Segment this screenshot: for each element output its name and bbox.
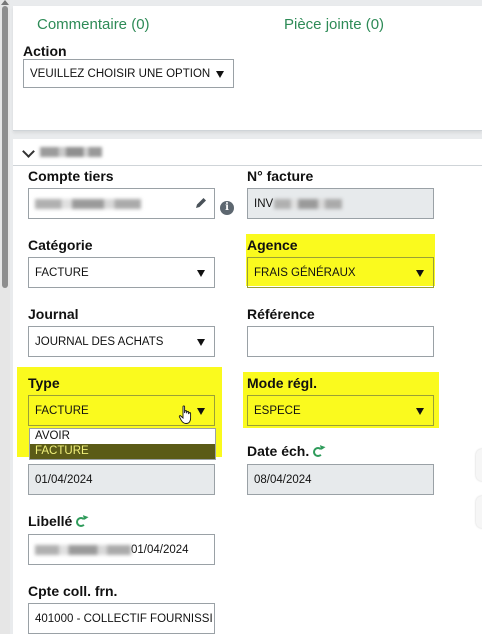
date-ech-value: 08/04/2024: [254, 473, 312, 486]
mode-regl-label: Mode régl.: [247, 375, 318, 391]
libelle-label-text: Libellé: [28, 513, 73, 529]
journal-value: JOURNAL DES ACHATS: [35, 335, 164, 348]
action-select-value: VEUILLEZ CHOISIR UNE OPTION: [30, 67, 211, 80]
chevron-down-icon[interactable]: [22, 145, 35, 158]
window-scrollbar[interactable]: [0, 0, 10, 634]
journal-label: Journal: [28, 306, 79, 322]
mode-regl-select[interactable]: ESPECE: [247, 395, 434, 426]
scrollbar-thumb[interactable]: [2, 6, 8, 288]
tab-commentaire[interactable]: Commentaire (0): [37, 16, 150, 33]
caret-down-icon: [197, 408, 205, 415]
refresh-icon[interactable]: [76, 517, 87, 527]
type-option-facture[interactable]: FACTURE: [30, 444, 215, 459]
reference-label: Référence: [247, 306, 315, 322]
agence-value: FRAIS GÉNÉRAUX: [254, 266, 356, 279]
type-option-avoir[interactable]: AVOIR: [30, 429, 215, 444]
journal-select[interactable]: JOURNAL DES ACHATS: [28, 326, 215, 357]
section-title-redacted: [40, 147, 102, 157]
info-icon[interactable]: i: [220, 201, 234, 215]
libelle-value-suffix: 01/04/2024: [131, 543, 189, 556]
agence-select[interactable]: FRAIS GÉNÉRAUX: [247, 257, 434, 288]
mode-regl-value: ESPECE: [254, 404, 301, 417]
date-piece-input[interactable]: 01/04/2024: [28, 464, 215, 495]
cpte-coll-label: Cpte coll. frn.: [28, 583, 118, 599]
type-dropdown-list[interactable]: AVOIR FACTURE: [29, 428, 216, 460]
n-facture-input: INV: [247, 188, 434, 219]
categorie-label: Catégorie: [28, 237, 93, 253]
n-facture-label: N° facture: [247, 168, 314, 184]
compte-tiers-label: Compte tiers: [28, 168, 114, 184]
type-label: Type: [28, 375, 60, 391]
section-header[interactable]: [13, 139, 482, 166]
cpte-coll-input[interactable]: 401000 - COLLECTIF FOURNISSI: [28, 603, 215, 634]
date-ech-label: Date éch.: [247, 443, 324, 459]
categorie-value: FACTURE: [35, 266, 89, 279]
pencil-icon[interactable]: [194, 196, 208, 210]
n-facture-prefix: INV: [254, 197, 274, 210]
categorie-select[interactable]: FACTURE: [28, 257, 215, 288]
compte-tiers-value-redacted: [35, 198, 141, 209]
action-panel: Commentaire (0) Pièce jointe (0) Action …: [13, 6, 482, 131]
libelle-input[interactable]: 01/04/2024: [28, 534, 215, 565]
reference-input[interactable]: [247, 326, 434, 357]
n-facture-value-redacted: [274, 198, 343, 209]
caret-down-icon: [197, 339, 205, 346]
type-value: FACTURE: [35, 404, 89, 417]
refresh-icon[interactable]: [313, 447, 324, 457]
action-label: Action: [23, 43, 67, 59]
scroll-up-arrow-icon[interactable]: [1, 0, 9, 5]
date-ech-label-text: Date éch.: [247, 443, 310, 459]
date-piece-value: 01/04/2024: [35, 473, 93, 486]
caret-down-icon: [197, 270, 205, 277]
libelle-label: Libellé: [28, 513, 87, 529]
caret-down-icon: [416, 408, 424, 415]
action-select[interactable]: VEUILLEZ CHOISIR UNE OPTION: [23, 59, 234, 88]
date-ech-input[interactable]: 08/04/2024: [247, 464, 434, 495]
libelle-value-redacted: [35, 544, 131, 555]
caret-down-icon: [216, 70, 224, 78]
side-panel-handle[interactable]: [476, 449, 482, 481]
invoice-form-panel: Compte tiers i N° facture INV Catégorie …: [13, 139, 482, 634]
hand-cursor-icon: [178, 405, 192, 424]
agence-label: Agence: [247, 237, 298, 253]
cpte-coll-value: 401000 - COLLECTIF FOURNISSI: [35, 612, 213, 625]
compte-tiers-input[interactable]: [28, 188, 215, 219]
side-panel-handle[interactable]: [476, 496, 482, 528]
tab-piece-jointe[interactable]: Pièce jointe (0): [284, 16, 384, 33]
caret-down-icon: [416, 270, 424, 277]
